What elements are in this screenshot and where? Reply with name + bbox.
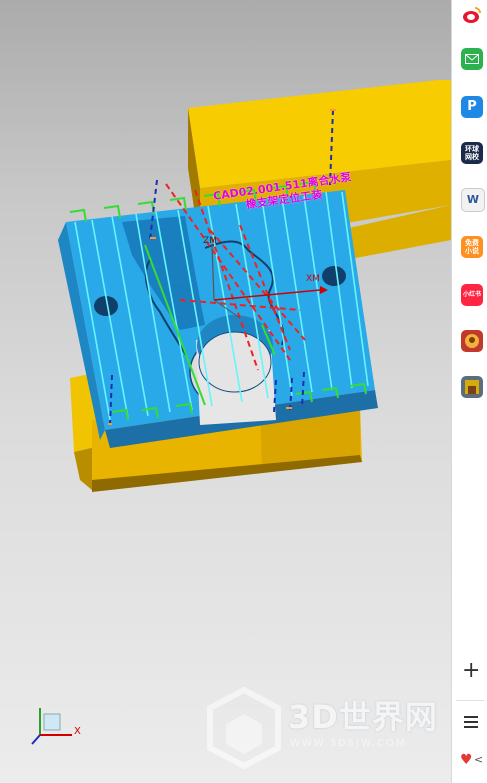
axis-label-x: XM xyxy=(306,274,320,284)
word-document-icon[interactable]: W xyxy=(461,188,485,212)
favorite-label: < xyxy=(474,753,484,766)
game-app-icon-2[interactable] xyxy=(461,376,483,398)
watermark-logo: 3D世界网 WWW.3DSJW.COM xyxy=(204,686,451,774)
watermark-url: WWW.3DSJW.COM xyxy=(290,738,407,749)
weibo-icon[interactable] xyxy=(461,4,483,26)
sidebar-divider xyxy=(456,700,484,701)
cad-viewport[interactable]: XM ZM CAD02.001.511离合水泵 橡支架定位工装 X 3D世界网 … xyxy=(0,0,451,783)
app-sidebar: P 环球 网校 W 免费 小说 小红书 + ♥ < xyxy=(451,0,487,783)
pp-app-icon[interactable]: P xyxy=(461,96,483,118)
huanqiu-app-icon[interactable]: 环球 网校 xyxy=(461,142,483,164)
watermark-title: 3D世界网 xyxy=(288,698,438,736)
add-app-button[interactable]: + xyxy=(462,660,480,682)
menu-icon[interactable] xyxy=(464,716,478,731)
message-icon[interactable] xyxy=(461,48,483,70)
heart-icon: ♥ xyxy=(460,752,473,768)
game-app-icon[interactable] xyxy=(461,330,483,352)
novel-app-icon[interactable]: 免费 小说 xyxy=(461,236,483,258)
xiaohongshu-app-icon[interactable]: 小红书 xyxy=(461,284,483,306)
axis-label-z: ZM xyxy=(203,236,217,246)
cad-model-scene[interactable] xyxy=(0,0,451,783)
view-triad-icon[interactable] xyxy=(28,700,88,750)
favorite-button[interactable]: ♥ < xyxy=(460,752,487,772)
watermark-cube-icon xyxy=(207,686,281,770)
blue-fixture-plate xyxy=(58,190,378,448)
triad-x-label: X xyxy=(74,726,81,737)
